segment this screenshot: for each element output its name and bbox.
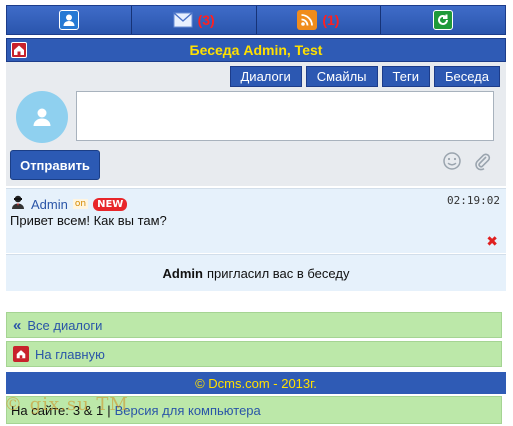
all-dialogs-link[interactable]: « Все диалоги	[6, 312, 502, 338]
composer-panel: Диалоги Смайлы Теги Беседа Отправить	[6, 62, 506, 186]
feed-nav-button[interactable]: (1)	[256, 6, 382, 34]
desktop-version-link[interactable]: Версия для компьютера	[115, 403, 261, 418]
delete-icon[interactable]: ✖	[486, 234, 498, 250]
post-header: Admin on NEW	[10, 194, 128, 214]
message-input[interactable]	[76, 91, 494, 141]
tab-dialogs[interactable]: Диалоги	[229, 66, 302, 87]
post-text: Привет всем! Как вы там?	[10, 213, 167, 228]
composer-tabs: Диалоги Смайлы Теги Беседа	[229, 66, 500, 87]
smiley-icon[interactable]	[442, 151, 462, 175]
copyright-text: © Dcms.com - 2013г.	[195, 375, 317, 391]
home-label: На главную	[35, 346, 105, 362]
feed-count-badge: (1)	[322, 12, 340, 28]
tab-conversation[interactable]: Беседа	[433, 66, 500, 87]
home-icon	[13, 346, 29, 362]
invite-text: пригласил вас в беседу	[207, 265, 350, 281]
user-silhouette-icon	[33, 108, 51, 126]
post-author-link[interactable]: Admin	[31, 197, 68, 212]
profile-nav-button[interactable]	[7, 6, 132, 34]
user-icon	[58, 10, 79, 30]
tab-tags[interactable]: Теги	[381, 66, 430, 87]
attachment-icon[interactable]	[472, 151, 492, 175]
send-button[interactable]: Отправить	[10, 150, 100, 180]
separator: |	[107, 402, 111, 418]
online-status-badge: on	[72, 199, 89, 209]
user-avatar-icon	[10, 194, 26, 214]
messages-nav-button[interactable]: (3)	[131, 6, 257, 34]
bottom-info-row: На сайте: 3 & 1 | Версия для компьютера	[6, 396, 502, 424]
online-label: На сайте:	[11, 402, 69, 418]
home-icon[interactable]	[11, 42, 27, 58]
message-post: Admin on NEW 02:19:02 Привет всем! Как в…	[6, 188, 506, 253]
conversation-title-bar: Беседа Admin, Test	[6, 38, 506, 62]
refresh-nav-button[interactable]	[381, 6, 505, 34]
conversation-title: Беседа Admin, Test	[189, 42, 323, 58]
refresh-icon	[433, 10, 454, 30]
online-count: 3 & 1	[72, 402, 104, 418]
all-dialogs-label: Все диалоги	[27, 317, 103, 333]
home-link[interactable]: На главную	[6, 341, 502, 367]
rss-icon	[297, 10, 318, 30]
invite-notice: Admin пригласил вас в беседу	[6, 254, 506, 291]
footer-copyright: © Dcms.com - 2013г.	[6, 372, 506, 394]
top-nav: (3) (1)	[6, 5, 506, 35]
invite-user: Admin	[162, 265, 203, 281]
new-badge: NEW	[93, 197, 128, 211]
avatar	[16, 91, 68, 143]
post-time: 02:19:02	[447, 194, 500, 207]
mail-icon	[173, 10, 193, 30]
messages-count-badge: (3)	[197, 12, 215, 28]
tab-smileys[interactable]: Смайлы	[305, 66, 378, 87]
double-chevron-left-icon: «	[13, 316, 22, 334]
